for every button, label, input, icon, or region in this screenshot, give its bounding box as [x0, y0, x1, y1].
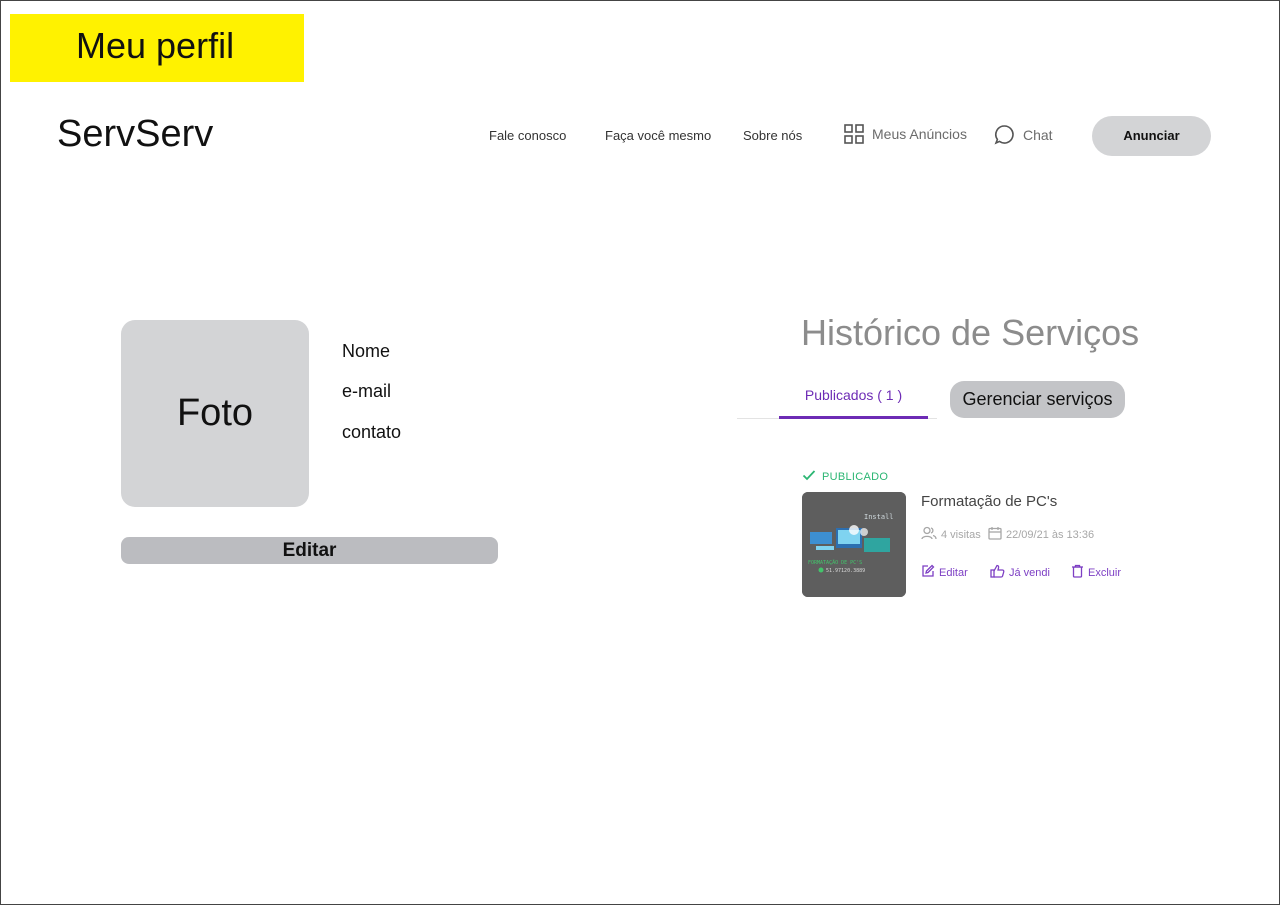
page-label: Meu perfil	[10, 14, 304, 82]
thumbs-up-icon	[990, 564, 1005, 581]
service-thumbnail[interactable]: Install FORMATAÇÃO DE PC'S 51.97120.3889	[802, 492, 906, 597]
profile-photo-label: Foto	[176, 392, 254, 434]
edit-icon	[921, 564, 935, 581]
nav-fale-conosco[interactable]: Fale conosco	[489, 128, 566, 143]
delete-button[interactable]: Excluir	[1071, 564, 1121, 581]
trash-icon	[1071, 564, 1084, 581]
status-label: PUBLICADO	[822, 470, 889, 483]
profile-email: e-mail	[342, 381, 392, 401]
profile-name: Nome	[342, 341, 391, 361]
thumb-install-text: Install	[864, 513, 894, 521]
tab-publicados[interactable]: Publicados ( 1 )	[779, 384, 928, 419]
status-badge: PUBLICADO	[802, 469, 888, 484]
nav-meus-anuncios[interactable]: Meus Anúncios	[844, 124, 967, 144]
top-nav: Fale conosco Faça você mesmo Sobre nós M…	[0, 116, 1280, 156]
users-icon	[921, 526, 937, 543]
edit-service-button[interactable]: Editar	[921, 564, 968, 581]
visits-meta: 4 visitas	[921, 526, 981, 543]
service-title[interactable]: Formatação de PC's	[921, 493, 1057, 510]
manage-services-button[interactable]: Gerenciar serviços	[950, 381, 1125, 418]
thumb-caption-text: FORMATAÇÃO DE PC'S	[808, 559, 862, 566]
history-title: Histórico de Serviços	[801, 312, 1140, 353]
chat-bubble-icon	[994, 124, 1015, 145]
edit-service-label: Editar	[939, 566, 968, 579]
sold-button[interactable]: Já vendi	[990, 564, 1050, 581]
nav-chat[interactable]: Chat	[994, 124, 1053, 145]
profile-contact: contato	[342, 422, 402, 442]
anunciar-button[interactable]: Anunciar	[1092, 116, 1211, 156]
thumb-phone-text: 51.97120.3889	[826, 568, 865, 574]
check-icon	[802, 469, 816, 484]
date-label: 22/09/21 às 13:36	[1006, 528, 1095, 541]
sold-label: Já vendi	[1009, 566, 1050, 579]
profile-photo[interactable]: Foto	[121, 320, 309, 507]
date-meta: 22/09/21 às 13:36	[988, 526, 1094, 543]
delete-label: Excluir	[1088, 566, 1122, 579]
visits-label: 4 visitas	[941, 528, 981, 541]
edit-profile-button[interactable]: Editar	[121, 537, 498, 564]
nav-chat-label: Chat	[1023, 126, 1053, 143]
nav-sobre-nos[interactable]: Sobre nós	[743, 128, 802, 143]
calendar-icon	[988, 526, 1002, 543]
grid-icon	[844, 124, 864, 144]
nav-meus-anuncios-label: Meus Anúncios	[872, 126, 967, 142]
nav-faca-voce-mesmo[interactable]: Faça você mesmo	[605, 128, 711, 143]
